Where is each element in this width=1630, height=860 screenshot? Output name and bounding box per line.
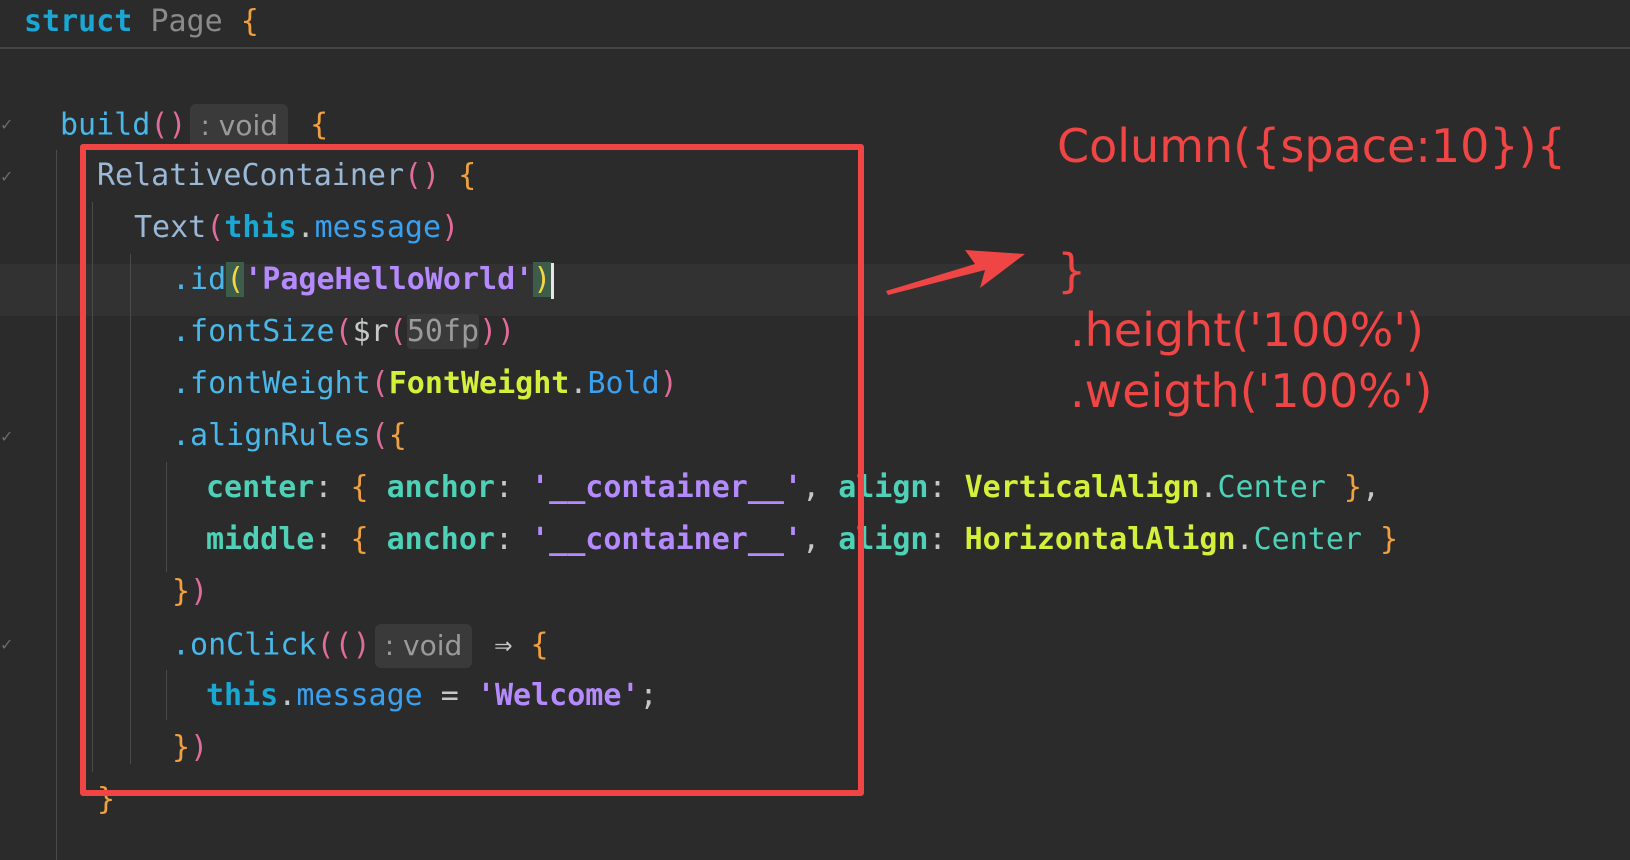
type: VerticalAlign [964,470,1200,505]
indent-guide [56,150,57,860]
code-line-build[interactable]: build(): void { [60,104,329,148]
sticky-scroll-header[interactable]: struct Page { [0,0,1630,49]
brace: } [1325,470,1362,505]
brace: } [1362,522,1399,557]
type: HorizontalAlign [964,522,1236,557]
comma: , [1362,470,1381,505]
type-hint: : void [190,104,289,148]
colon: : [928,522,965,557]
struct-keyword: struct [24,4,133,39]
fold-marker-icon[interactable]: ✓ [0,115,13,134]
enum-value: Center [1253,522,1362,557]
fold-marker-icon[interactable]: ✓ [0,167,13,186]
parens: () [150,107,187,143]
highlight-box [80,144,864,796]
annotation-line-2: } [1057,244,1087,298]
fold-marker-icon[interactable]: ✓ [0,427,13,446]
fold-marker-icon[interactable]: ✓ [0,635,13,654]
colon: : [928,470,965,505]
enum-value: Center [1217,470,1326,505]
brace: { [310,107,329,143]
struct-brace: { [240,4,259,39]
struct-declaration[interactable]: struct Page { [24,2,259,42]
struct-name: Page [150,4,223,39]
annotation-line-4: .weigth('100%') [1070,364,1433,418]
build-method: build [60,107,151,143]
annotation-line-1: Column({space:10}){ [1057,119,1566,173]
annotation-line-3: .height('100%') [1070,303,1424,357]
dot: . [1199,470,1218,505]
dot: . [1235,522,1254,557]
arrow-icon [886,250,1025,295]
